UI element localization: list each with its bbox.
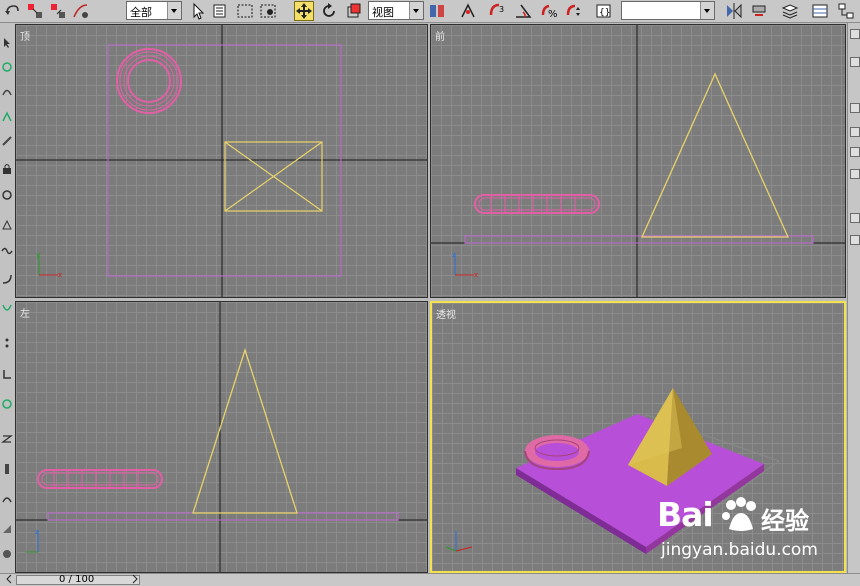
select-link-icon[interactable] <box>25 1 45 21</box>
spline-tool-icon[interactable] <box>1 303 13 315</box>
manipulate-icon[interactable] <box>458 1 478 21</box>
watermark-brand-left: Bai <box>657 495 714 534</box>
disk-tool-icon[interactable] <box>1 548 13 560</box>
pen-tool-icon[interactable] <box>1 135 13 147</box>
svg-text:{}: {} <box>599 8 610 18</box>
chevron-down-icon <box>409 2 423 19</box>
viewport-label-perspective: 透视 <box>436 310 456 321</box>
arc-tool-icon[interactable] <box>1 493 13 505</box>
align-icon[interactable] <box>749 1 769 21</box>
command-panel-edge <box>847 23 860 573</box>
paw-icon <box>722 497 756 531</box>
chevron-left-icon[interactable] <box>4 574 14 584</box>
percent-snap-icon[interactable]: % <box>539 1 559 21</box>
viewport-front[interactable]: z x 前 <box>430 24 846 298</box>
bind-spacewarp-icon[interactable] <box>71 1 91 21</box>
paint-tool-icon[interactable] <box>1 111 13 123</box>
rollout2-toggle-icon[interactable] <box>850 235 860 245</box>
rotate-icon[interactable] <box>319 1 339 21</box>
lock-icon[interactable] <box>1 163 13 175</box>
svg-text:3: 3 <box>499 5 504 14</box>
bend-tool-icon[interactable] <box>1 368 13 380</box>
snap-3d-icon[interactable]: 3 <box>487 1 507 21</box>
torus-outer-wire <box>116 48 182 114</box>
front-scene: z x <box>431 25 845 297</box>
viewport-left[interactable]: z 左 <box>15 301 428 573</box>
rollout-toggle-icon[interactable] <box>850 213 860 223</box>
svg-text:%: % <box>548 9 558 20</box>
undo-icon[interactable] <box>2 1 22 21</box>
spinner-snap-icon[interactable] <box>564 1 584 21</box>
display-tab-icon[interactable] <box>850 147 860 157</box>
viewport-label-top: 顶 <box>20 32 30 43</box>
curve-editor-icon[interactable] <box>810 1 830 21</box>
watermark-url: jingyan.baidu.com <box>661 540 818 560</box>
viewport-top[interactable]: y x 顶 <box>15 24 428 298</box>
named-selection-dropdown[interactable] <box>621 1 715 20</box>
chevron-right-icon[interactable] <box>130 574 140 584</box>
svg-text:z: z <box>452 251 456 259</box>
time-slider-bar: 0 / 100 <box>0 573 860 586</box>
link-tool-icon[interactable] <box>1 61 13 73</box>
selection-filter-value: 全部 <box>130 6 152 19</box>
select-tool-icon[interactable] <box>1 37 13 49</box>
plane-wireframe-left <box>47 512 399 521</box>
edit-named-sel-icon[interactable]: {} <box>594 1 614 21</box>
twist-tool-icon[interactable] <box>1 433 13 445</box>
chevron-down-icon <box>700 2 714 19</box>
motion-tab-icon[interactable] <box>850 127 860 137</box>
svg-text:x: x <box>474 271 478 279</box>
bar-tool-icon[interactable] <box>1 463 13 475</box>
curve-tool-icon[interactable] <box>1 273 13 285</box>
svg-text:x: x <box>58 271 62 279</box>
pyramid-wire-left <box>192 347 298 514</box>
angle-snap-icon[interactable] <box>513 1 533 21</box>
dots-tool-icon[interactable] <box>1 337 13 349</box>
window-crossing-icon[interactable] <box>258 1 278 21</box>
time-slider[interactable]: 0 / 100 <box>16 574 140 585</box>
frame-counter: 0 / 100 <box>59 574 95 585</box>
axis-gizmo-left: z <box>26 528 39 553</box>
helper-tool-icon[interactable] <box>1 85 13 97</box>
axis-gizmo-front: z x <box>452 251 478 279</box>
layer-manager-icon[interactable] <box>780 1 800 21</box>
reference-coord-dropdown[interactable]: 视图 <box>368 1 424 20</box>
axis-gizmo-top: y x <box>36 251 62 279</box>
reference-coord-value: 视图 <box>372 6 394 19</box>
svg-text:y: y <box>36 251 40 259</box>
viewport-label-left: 左 <box>20 309 30 320</box>
wave-tool-icon[interactable] <box>1 245 13 257</box>
top-scene: y x <box>16 25 427 297</box>
pyramid-wire-front <box>640 72 790 238</box>
scale-icon[interactable] <box>344 1 364 21</box>
select-by-name-icon[interactable] <box>211 1 231 21</box>
schematic-icon[interactable] <box>836 1 856 21</box>
torus-inner-wire <box>127 59 171 103</box>
rect-region-icon[interactable] <box>235 1 255 21</box>
mirror-icon[interactable] <box>724 1 744 21</box>
modify-tab-icon[interactable] <box>850 57 860 67</box>
viewport-label-front: 前 <box>435 32 445 43</box>
select-icon[interactable] <box>188 1 208 21</box>
unlink-icon[interactable] <box>48 1 68 21</box>
left-command-strip <box>0 23 15 573</box>
selection-filter-dropdown[interactable]: 全部 <box>126 1 182 20</box>
create-tab-icon[interactable] <box>850 29 860 39</box>
move-icon[interactable] <box>294 1 314 21</box>
shape-tool-icon[interactable] <box>1 219 13 231</box>
axis-gizmo-perspective <box>445 531 473 552</box>
hierarchy-tab-icon[interactable] <box>850 103 860 113</box>
main-toolbar: 全部 视图 3 % {} <box>0 0 860 23</box>
baidu-jingyan-watermark: Bai 经验 jingyan.baidu.com <box>657 495 847 569</box>
svg-text:z: z <box>35 528 39 536</box>
utilities-tab-icon[interactable] <box>850 169 860 179</box>
ring2-tool-icon[interactable] <box>1 398 13 410</box>
left-scene: z <box>16 302 427 572</box>
ring-tool-icon[interactable] <box>1 189 13 201</box>
pivot-icon[interactable] <box>427 1 447 21</box>
chevron-down-icon <box>167 2 181 19</box>
wedge-tool-icon[interactable] <box>1 523 13 535</box>
watermark-brand-right: 经验 <box>761 507 809 535</box>
